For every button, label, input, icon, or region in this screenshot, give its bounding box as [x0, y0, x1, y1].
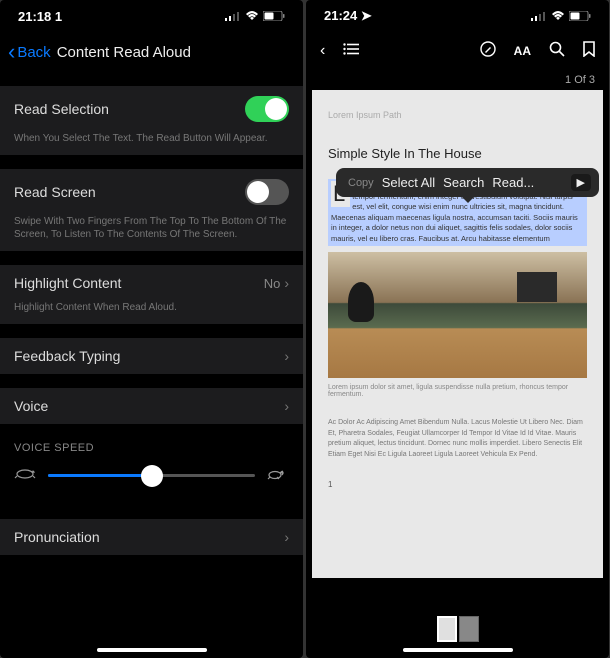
back-label[interactable]: Back	[17, 44, 50, 61]
read-screen-desc: Swipe With Two Fingers From The Top To T…	[0, 215, 303, 251]
menu-search[interactable]: Search	[439, 175, 488, 190]
menu-more-icon[interactable]: ▶	[571, 174, 591, 191]
signal-icon	[531, 11, 547, 21]
thumb-page-1[interactable]	[437, 616, 457, 642]
doc-title: Simple Style In The House	[328, 146, 587, 161]
text-size-icon[interactable]: AA	[514, 44, 531, 58]
status-left: 21:24 ➤	[324, 8, 372, 24]
read-screen-label: Read Screen	[14, 184, 96, 200]
turtle-icon	[14, 466, 38, 485]
pronunciation-label: Pronunciation	[14, 529, 100, 545]
read-selection-toggle[interactable]	[245, 96, 289, 122]
chevron-right-icon: ›	[284, 398, 289, 414]
chevron-right-icon: ›	[284, 529, 289, 545]
read-screen-section: Read Screen Swipe With Two Fingers From …	[0, 169, 303, 251]
status-indicators	[531, 11, 591, 21]
slider-thumb[interactable]	[141, 465, 163, 487]
page-number: 1	[328, 480, 587, 489]
menu-copy[interactable]: Copy	[344, 177, 378, 189]
back-chevron-icon[interactable]: ‹	[8, 39, 15, 65]
read-selection-row[interactable]: Read Selection	[0, 86, 303, 132]
toc-icon[interactable]	[343, 42, 359, 60]
nav-title: Content Read Aloud	[57, 44, 191, 61]
bookmark-icon[interactable]	[583, 41, 595, 62]
pronunciation-section: Pronunciation ›	[0, 519, 303, 555]
highlight-section: Highlight Content No› Highlight Content …	[0, 265, 303, 324]
signal-icon	[225, 11, 241, 21]
doc-breadcrumb: Lorem Ipsum Path	[328, 110, 587, 120]
status-bar: 21:18 1	[0, 0, 303, 32]
feedback-section: Feedback Typing ›	[0, 338, 303, 374]
read-screen-toggle[interactable]	[245, 179, 289, 205]
battery-icon	[263, 11, 285, 21]
chevron-right-icon: ›	[284, 275, 289, 291]
wifi-icon	[245, 11, 259, 21]
document-viewer[interactable]: Lorem Ipsum Path Simple Style In The Hou…	[312, 90, 603, 578]
settings-screen: 21:18 1 ‹ Back Content Read Aloud Read S…	[0, 0, 303, 658]
highlight-row[interactable]: Highlight Content No›	[0, 265, 303, 301]
rabbit-icon	[265, 466, 289, 485]
reader-screen: 21:24 ➤ ‹ AA	[306, 0, 609, 658]
location-icon: ➤	[361, 8, 372, 23]
voice-speed-slider[interactable]	[48, 474, 255, 477]
battery-icon	[569, 11, 591, 21]
voice-row[interactable]: Voice ›	[0, 388, 303, 424]
status-indicators	[225, 11, 285, 21]
home-indicator[interactable]	[403, 648, 513, 652]
pronunciation-row[interactable]: Pronunciation ›	[0, 519, 303, 555]
search-icon[interactable]	[549, 41, 565, 62]
nav-header: ‹ Back Content Read Aloud	[0, 32, 303, 72]
wifi-icon	[551, 11, 565, 21]
voice-speed-section: VOICE SPEED	[0, 424, 303, 505]
read-selection-desc: When You Select The Text. The Read Butto…	[0, 132, 303, 155]
read-selection-label: Read Selection	[14, 101, 109, 117]
home-indicator[interactable]	[97, 648, 207, 652]
highlight-desc: Highlight Content When Read Aloud.	[0, 301, 303, 324]
voice-speed-slider-row	[0, 460, 303, 505]
read-screen-row[interactable]: Read Screen	[0, 169, 303, 215]
image-caption: Lorem ipsum dolor sit amet, ligula suspe…	[328, 384, 587, 398]
voice-section: Voice ›	[0, 388, 303, 424]
text-context-menu: Copy Select All Search Read... ▶	[336, 168, 599, 197]
pen-icon[interactable]	[480, 41, 496, 62]
voice-speed-label: VOICE SPEED	[0, 424, 303, 460]
menu-read[interactable]: Read...	[488, 175, 538, 190]
voice-label: Voice	[14, 398, 48, 414]
thumb-page-2[interactable]	[459, 616, 479, 642]
page-indicator: 1 Of 3	[306, 70, 609, 90]
status-bar: 21:24 ➤	[306, 0, 609, 32]
page-thumbnails	[437, 616, 479, 642]
feedback-row[interactable]: Feedback Typing ›	[0, 338, 303, 374]
chevron-right-icon: ›	[284, 348, 289, 364]
highlight-label: Highlight Content	[14, 275, 121, 291]
read-selection-section: Read Selection When You Select The Text.…	[0, 86, 303, 155]
highlight-value: No	[264, 276, 281, 291]
status-time: 21:18 1	[18, 9, 62, 24]
reader-toolbar: ‹ AA	[306, 32, 609, 70]
article-image	[328, 252, 587, 378]
menu-select-all[interactable]: Select All	[378, 175, 439, 190]
status-time: 21:24	[324, 8, 357, 23]
footer-paragraph: Ac Dolor Ac Adipiscing Amet Bibendum Nul…	[328, 418, 587, 460]
back-button[interactable]: ‹	[320, 42, 325, 60]
feedback-label: Feedback Typing	[14, 348, 120, 364]
